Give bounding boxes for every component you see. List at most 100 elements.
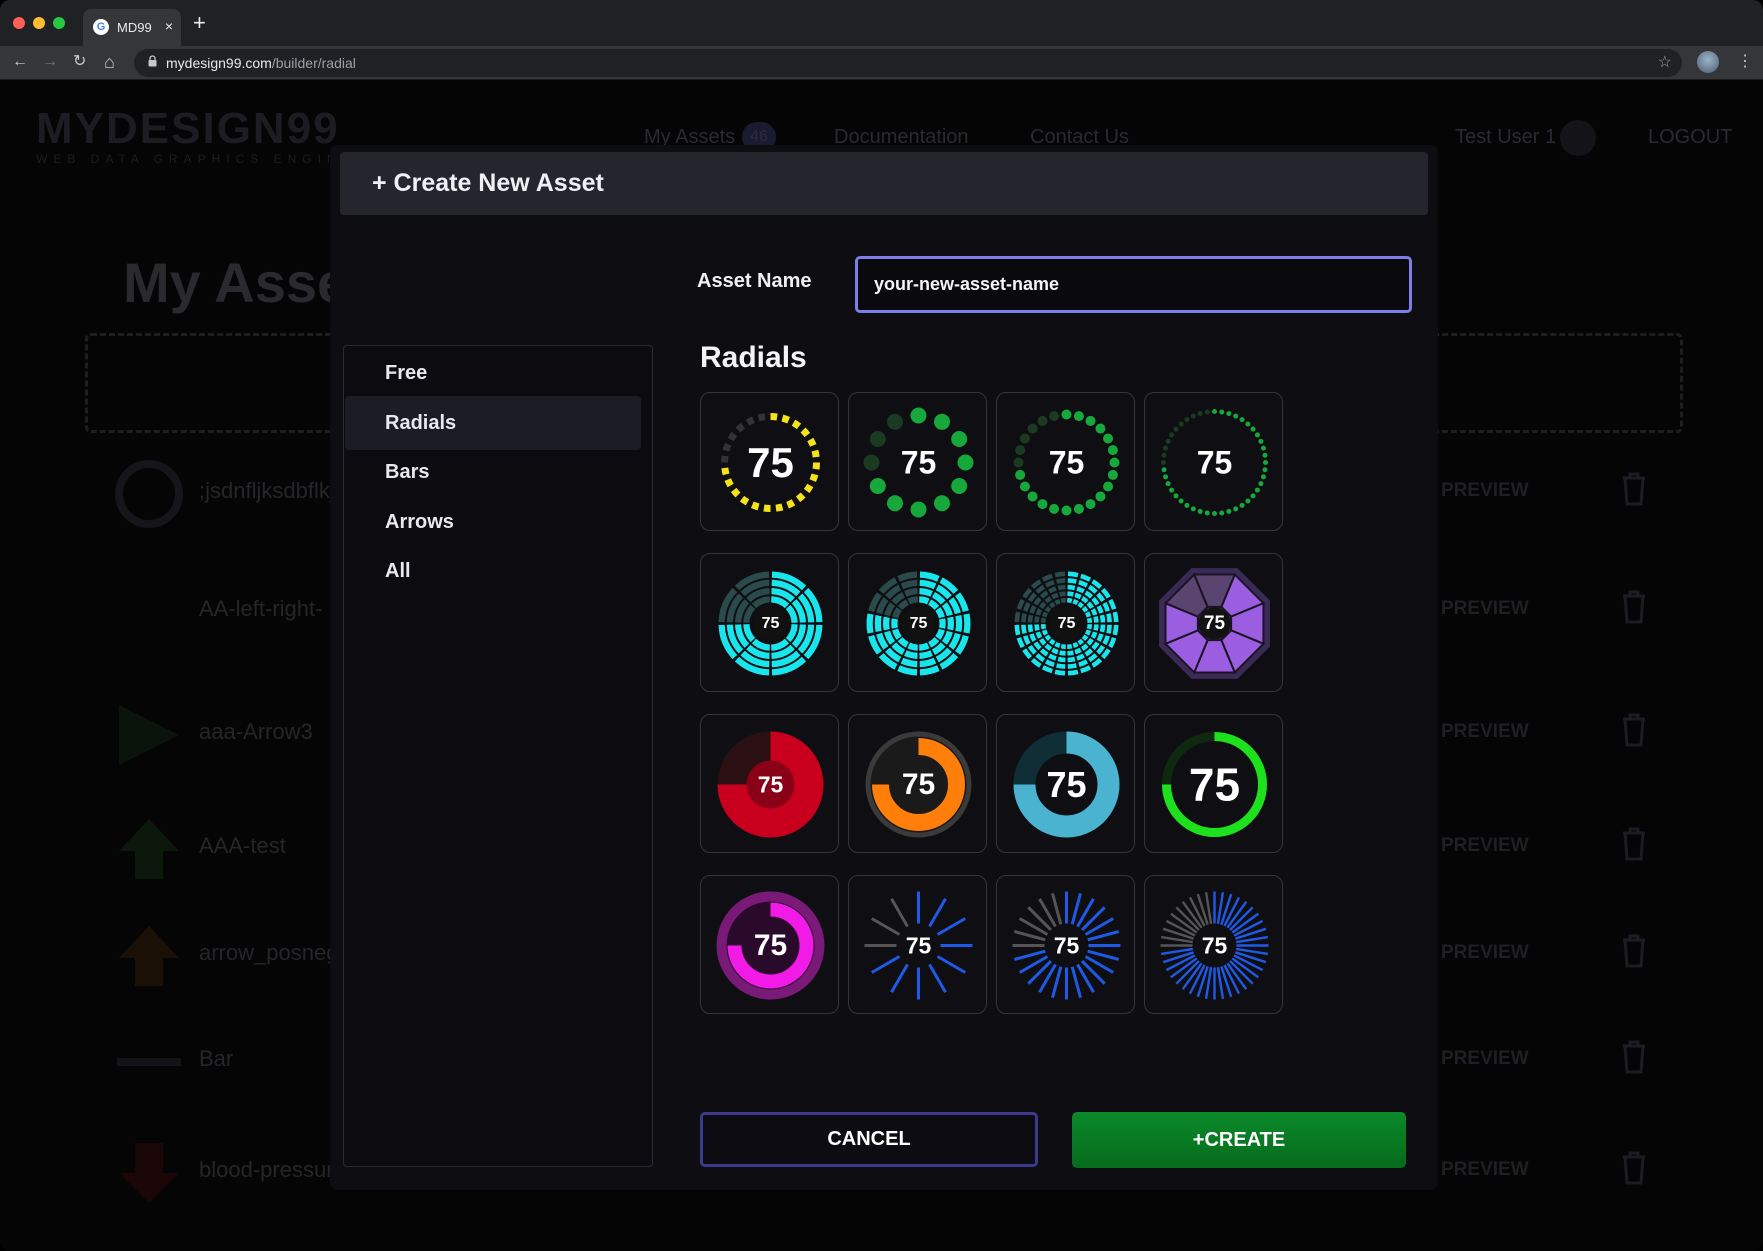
cancel-button[interactable]: CANCEL [700,1112,1038,1167]
radial-orange-ring-tile[interactable]: 75 [848,714,987,853]
asset-name: ;jsdnfljksdbflkj [199,478,335,503]
radial-green-small-dots-tile[interactable]: 75 [996,392,1135,531]
browser-menu-icon[interactable]: ⋮ [1737,51,1753,71]
home-icon[interactable]: ⌂ [104,52,115,72]
radial-green-tiny-dots-graphic: 75 [1161,409,1268,516]
delete-trash-icon[interactable] [1621,934,1647,968]
radial-cyan-web-8-tile[interactable]: 75 [996,553,1135,692]
radial-blue-spokes-12-tile[interactable]: 75 [848,875,987,1014]
logout-link[interactable]: LOGOUT [1648,126,1732,149]
radial-blue-spokes-24-tile[interactable]: 75 [996,875,1135,1014]
modal-header: + Create New Asset [340,152,1428,215]
svg-text:75: 75 [901,445,937,481]
asset-name: AA-left-right- [199,596,323,621]
forward-icon[interactable]: → [42,52,58,72]
radial-purple-octagon-tile[interactable]: 75 [1144,553,1283,692]
svg-text:75: 75 [758,772,784,798]
radial-blue-spokes-40-graphic: 75 [1160,891,1269,1000]
category-radials[interactable]: Radials [345,396,641,450]
category-arrows[interactable]: Arrows [345,495,641,549]
reload-icon[interactable]: ↻ [73,52,86,72]
tab-title: MD99 [117,20,152,35]
site-logo[interactable]: MYDESIGN99 [36,104,340,154]
svg-text:75: 75 [747,439,794,486]
radial-neon-green-ring-tile[interactable]: 75 [1144,714,1283,853]
delete-trash-icon[interactable] [1621,827,1647,861]
svg-text:75: 75 [754,929,787,962]
asset-name-label: Asset Name [697,270,812,292]
category-sidebar: Free Radials Bars Arrows All [343,345,653,1167]
delete-trash-icon[interactable] [1621,1151,1647,1185]
svg-text:75: 75 [1202,933,1228,959]
radial-yellow-dashes-tile[interactable]: 75 [700,392,839,531]
preview-link[interactable]: PREVIEW [1441,480,1529,502]
preview-link[interactable]: PREVIEW [1441,598,1529,620]
svg-text:75: 75 [1189,759,1240,811]
radial-blue-spokes-40-tile[interactable]: 75 [1144,875,1283,1014]
asset-thumbnail [117,1058,181,1066]
preview-link[interactable]: PREVIEW [1441,942,1529,964]
radial-yellow-dashes-graphic: 75 [721,413,820,512]
radial-cyan-web-6-tile[interactable]: 75 [848,553,987,692]
minimize-window-button[interactable] [33,17,45,29]
asset-name: Bar [199,1046,234,1071]
svg-text:75: 75 [906,933,932,959]
back-icon[interactable]: ← [12,52,28,72]
radial-magenta-ring-tile[interactable]: 75 [700,875,839,1014]
radial-green-big-dots-tile[interactable]: 75 [848,392,987,531]
radial-green-tiny-dots-tile[interactable]: 75 [1144,392,1283,531]
asset-name-input[interactable] [855,256,1412,313]
profile-avatar[interactable] [1697,51,1719,73]
close-tab-icon[interactable]: × [165,18,173,34]
create-button[interactable]: +CREATE [1072,1112,1406,1168]
site-logo-tagline: WEB DATA GRAPHICS ENGINE [36,152,356,166]
radial-cyan-web-4-tile[interactable]: 75 [700,553,839,692]
radial-teal-ring-graphic: 75 [1013,731,1120,838]
url-text[interactable]: mydesign99.com/builder/radial [166,55,356,71]
svg-text:75: 75 [1054,933,1080,959]
delete-trash-icon[interactable] [1621,713,1647,747]
radial-green-big-dots-graphic: 75 [863,407,974,518]
asset-name: AAA-test [199,833,286,858]
asset-thumbnail [119,1143,179,1203]
user-name[interactable]: Test User 1 [1455,126,1556,149]
asset-thumbnail [115,460,183,528]
google-favicon-icon: G [93,19,109,35]
modal-title: + Create New Asset [372,169,604,197]
new-tab-button[interactable]: + [193,12,206,34]
radial-blue-spokes-12-graphic: 75 [864,891,973,1000]
radial-cyan-web-4-graphic: 75 [718,571,823,676]
radial-teal-ring-tile[interactable]: 75 [996,714,1135,853]
svg-text:75: 75 [762,615,780,632]
radial-cyan-web-8-graphic: 75 [1014,571,1119,676]
radial-green-small-dots-graphic: 75 [1013,409,1120,516]
svg-text:75: 75 [1049,445,1085,481]
preview-link[interactable]: PREVIEW [1441,1048,1529,1070]
address-bar[interactable]: mydesign99.com/builder/radial ☆ [134,49,1682,77]
browser-window: G MD99 × + ← → ↻ ⌂ mydesign99.com/builde… [0,0,1763,1251]
user-avatar[interactable] [1560,120,1596,156]
radial-red-pie-graphic: 75 [717,731,824,838]
delete-trash-icon[interactable] [1621,1040,1647,1074]
radial-neon-green-ring-graphic: 75 [1162,732,1267,837]
svg-text:75: 75 [910,615,928,632]
maximize-window-button[interactable] [53,17,65,29]
delete-trash-icon[interactable] [1621,590,1647,624]
radial-red-pie-tile[interactable]: 75 [700,714,839,853]
browser-tab[interactable]: G MD99 × [83,9,181,46]
browser-tab-bar: G MD99 × + [0,0,1763,46]
preview-link[interactable]: PREVIEW [1441,835,1529,857]
svg-text:75: 75 [1046,764,1086,805]
category-bars[interactable]: Bars [345,445,641,499]
svg-text:75: 75 [902,768,935,801]
category-all[interactable]: All [345,544,641,598]
category-free[interactable]: Free [345,346,641,400]
radial-template-grid: 75 75 75 75 75 75 75 75 75 75 75 75 75 75 75 75 [700,392,1350,1112]
bookmark-star-icon[interactable]: ☆ [1658,52,1672,72]
close-window-button[interactable] [13,17,25,29]
section-title: Radials [700,341,807,374]
preview-link[interactable]: PREVIEW [1441,1159,1529,1181]
preview-link[interactable]: PREVIEW [1441,721,1529,743]
lock-icon [148,55,157,67]
delete-trash-icon[interactable] [1621,472,1647,506]
